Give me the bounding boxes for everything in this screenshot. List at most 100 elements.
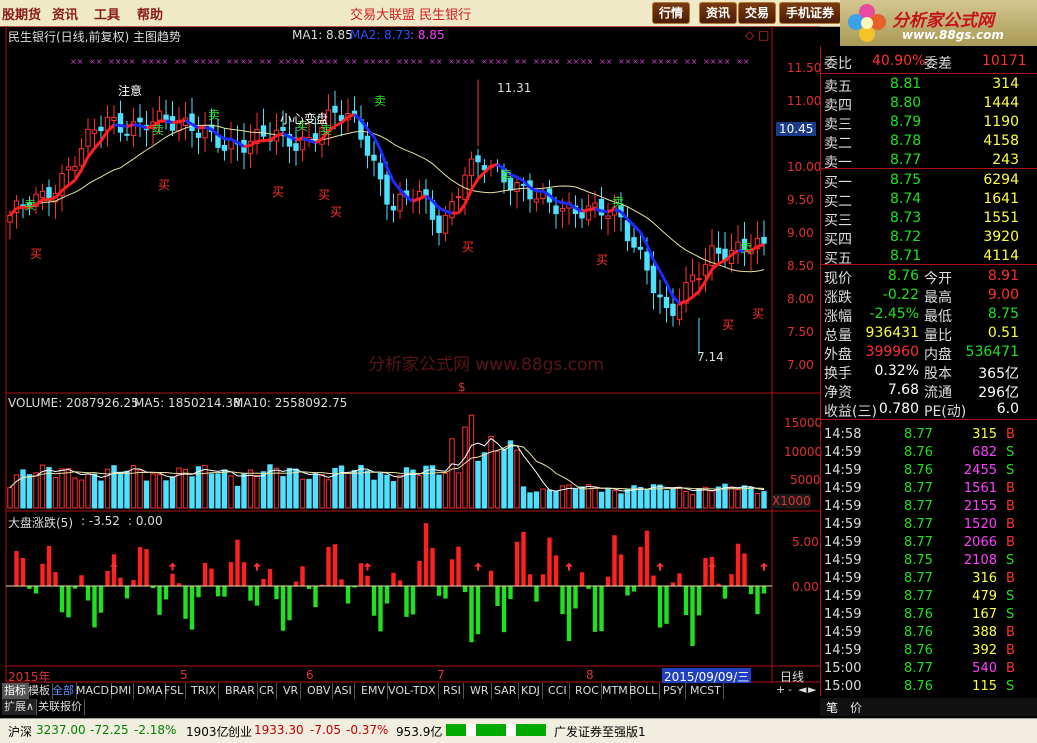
- tab-kdj[interactable]: KDJ: [519, 683, 543, 699]
- tab-trix[interactable]: TRIX: [189, 683, 219, 699]
- diamond-icon[interactable]: ◇: [745, 28, 754, 42]
- candle-body: [638, 247, 642, 249]
- volume-tick: 5000: [790, 473, 821, 487]
- candle-body: [391, 206, 395, 210]
- tab-emv[interactable]: EMV: [359, 683, 388, 699]
- panel-tab-price[interactable]: 价: [850, 699, 862, 716]
- tab-rsi[interactable]: RSI: [441, 683, 464, 699]
- tab-related-quote[interactable]: 关联报价: [36, 699, 85, 715]
- divider: [820, 419, 1037, 420]
- tab-全部[interactable]: 全部: [50, 683, 77, 699]
- x-marker: ××: [481, 57, 494, 66]
- tick-price: 8.76: [904, 445, 933, 460]
- ma-trend-segment: [212, 129, 219, 135]
- indicator-bar: [495, 586, 499, 606]
- stat-label: 股本: [924, 363, 952, 383]
- menu-futures[interactable]: 股期货: [2, 4, 41, 23]
- ma-trend-segment: [277, 134, 284, 136]
- tab-指标[interactable]: 指标: [2, 683, 29, 699]
- tab-quotes[interactable]: 行情: [652, 2, 690, 24]
- bid-price: 8.73: [890, 210, 921, 226]
- candle-body: [554, 206, 558, 214]
- kline-chart-area[interactable]: 买买买买买买买买买卖卖卖卖卖卖卖卖卖××××××××××××××××××××××…: [0, 26, 820, 696]
- tab-wr[interactable]: WR: [468, 683, 492, 699]
- candle-body: [118, 114, 122, 133]
- volume-bar: [671, 488, 675, 508]
- indicator-bar: [53, 572, 57, 586]
- zoom-out-icon[interactable]: -: [788, 683, 792, 696]
- x-marker: ××: [174, 57, 187, 66]
- volume-unit: X1000: [772, 494, 811, 508]
- tab-mobile[interactable]: 手机证券: [779, 2, 841, 24]
- tab-vol-tdx[interactable]: VOL-TDX: [386, 683, 439, 699]
- tab-sar[interactable]: SAR: [492, 683, 519, 699]
- menu-tools[interactable]: 工具: [94, 4, 120, 23]
- x-marker: ××: [344, 57, 357, 66]
- chart-title: 民生银行(日线,前复权) 主图趋势: [8, 28, 181, 45]
- status-bar: 沪深 3237.00 -72.25 -2.18% 1903亿 创业 1933.3…: [0, 718, 1037, 743]
- marquee-text[interactable]: 交易大联盟 民生银行: [350, 4, 471, 23]
- square-icon[interactable]: □: [758, 28, 769, 42]
- scroll-left-icon[interactable]: ◄: [798, 683, 806, 696]
- x-marker: ××: [533, 57, 546, 66]
- tick-volume: 479: [972, 589, 997, 604]
- bid-price: 8.74: [890, 191, 921, 207]
- stat-value: 0.32%: [875, 363, 919, 379]
- tab-fsl[interactable]: FSL: [162, 683, 186, 699]
- indicator-bar: [443, 586, 447, 599]
- menu-help[interactable]: 帮助: [137, 4, 163, 23]
- tab-boll[interactable]: BOLL: [627, 683, 660, 699]
- stat-label: PE(动): [924, 401, 966, 421]
- indicator-tick: 0.00: [792, 580, 819, 594]
- tab-vr[interactable]: VR: [281, 683, 301, 699]
- indicator-bar: [625, 586, 629, 596]
- tab-cr[interactable]: CR: [257, 683, 277, 699]
- volume-bar: [502, 449, 506, 508]
- indicator-bar: [346, 586, 350, 604]
- zoom-in-icon[interactable]: +: [776, 683, 785, 696]
- tab-brar[interactable]: BRAR: [223, 683, 258, 699]
- menu-news[interactable]: 资讯: [52, 4, 78, 23]
- indicator-bar: [248, 586, 252, 601]
- tab-macd[interactable]: MACD: [74, 683, 112, 699]
- indicator-bar: [476, 586, 480, 634]
- indicator-bar: [411, 586, 415, 614]
- volume-bar: [118, 472, 122, 508]
- indicator-bar: [183, 586, 187, 619]
- tab-模板[interactable]: 模板: [26, 683, 53, 699]
- stat-row: 涨幅-2.45%最低8.75: [820, 305, 1037, 324]
- tab-trade[interactable]: 交易: [738, 2, 776, 24]
- ask-row: 卖五8.81314: [820, 75, 1037, 94]
- tab-expand[interactable]: 扩展∧: [2, 699, 37, 715]
- panel-tab-trades[interactable]: 笔: [826, 699, 838, 716]
- tick-row: 14:598.752108S: [820, 552, 1037, 570]
- ma-trend-segment: [680, 301, 687, 303]
- tick-side: S: [1006, 463, 1014, 478]
- tab-obv[interactable]: OBV: [305, 683, 333, 699]
- volume-bar: [417, 476, 421, 508]
- scroll-right-icon[interactable]: ►: [808, 683, 816, 696]
- tab-dma[interactable]: DMA: [135, 683, 166, 699]
- x-marker: ××: [259, 57, 272, 66]
- indicator-bar: [573, 586, 577, 608]
- tab-news[interactable]: 资讯: [699, 2, 737, 24]
- ma-trend-segment: [472, 179, 479, 190]
- buy-signal: 买: [752, 307, 764, 321]
- indicator-bar: [261, 579, 265, 586]
- volume-bar: [378, 473, 382, 508]
- tab-dmi[interactable]: DMI: [108, 683, 134, 699]
- tick-side: B: [1006, 517, 1015, 532]
- bid-label: 买二: [824, 191, 852, 211]
- volume-bar: [580, 487, 584, 508]
- x-marker: ××: [207, 57, 220, 66]
- tab-asi[interactable]: ASI: [332, 683, 355, 699]
- tab-roc[interactable]: ROC: [573, 683, 602, 699]
- stat-value: -2.45%: [869, 306, 919, 322]
- up-arrow-icon: [253, 563, 261, 571]
- tab-cci[interactable]: CCI: [546, 683, 570, 699]
- tab-psy[interactable]: PSY: [661, 683, 686, 699]
- bid-label: 买五: [824, 248, 852, 268]
- candle-body: [40, 191, 44, 197]
- ma-trend-segment: [205, 127, 212, 129]
- tab-mcst[interactable]: MCST: [688, 683, 724, 699]
